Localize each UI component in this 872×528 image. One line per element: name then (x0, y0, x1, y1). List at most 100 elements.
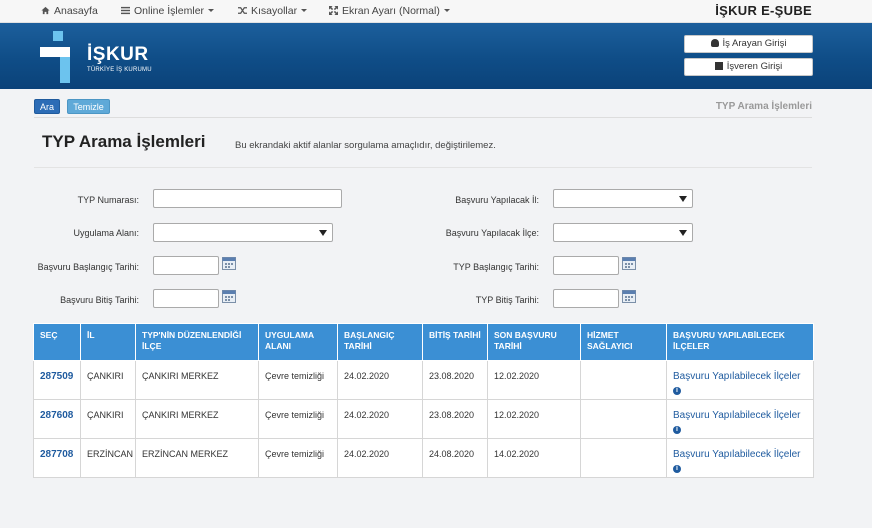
nav-online-label: Online İşlemler (134, 5, 205, 17)
typ-number-link[interactable]: 287708 (40, 449, 73, 460)
briefcase-icon (714, 62, 723, 70)
cell-sec: 287509 (33, 360, 81, 400)
cell-alan: Çevre temizliği (258, 399, 338, 439)
cell-sec: 287708 (33, 438, 81, 478)
iskur-logo[interactable]: İŞKUR TÜRKİYE İŞ KURUMU (40, 31, 160, 83)
nav-kisayollar[interactable]: Kısayollar (238, 5, 308, 17)
chevron-down-icon (208, 9, 215, 12)
divider (34, 117, 812, 118)
shuffle-icon (238, 7, 247, 14)
application-start-date-input[interactable] (153, 256, 219, 275)
district-label: Başvuru Yapılacak İlçe: (445, 228, 539, 238)
breadcrumb: TYP Arama İşlemleri (715, 101, 812, 112)
nav-ekran-label: Ekran Ayarı (Normal) (342, 5, 440, 17)
cell-hizmet (580, 438, 667, 478)
action-toolbar: Ara Temizle TYP Arama İşlemleri (34, 99, 812, 116)
dropdown-arrow-icon (679, 196, 687, 202)
typ-number-link[interactable]: 287509 (40, 371, 73, 382)
user-icon (710, 39, 719, 47)
typ-end-date-input[interactable] (553, 289, 619, 308)
cell-basvuru-ilceler: Başvuru Yapılabilecek İlçeler i (666, 399, 814, 439)
eligible-districts-link[interactable]: Başvuru Yapılabilecek İlçeler (673, 371, 800, 382)
cell-ilce: ÇANKIRI MERKEZ (135, 360, 259, 400)
top-navigation: Anasayfa Online İşlemler Kısayollar Ekra… (0, 0, 872, 23)
table-row: 287509 ÇANKIRI ÇANKIRI MERKEZ Çevre temi… (33, 360, 814, 400)
cell-bitis: 24.08.2020 (422, 438, 488, 478)
employer-login-label: İşveren Girişi (726, 61, 783, 72)
employer-login-button[interactable]: İşveren Girişi (684, 58, 813, 76)
nav-online-islemler[interactable]: Online İşlemler (121, 5, 215, 17)
search-button[interactable]: Ara (34, 99, 60, 114)
table-row: 287708 ERZİNCAN ERZİNCAN MERKEZ Çevre te… (33, 438, 814, 478)
info-icon[interactable]: i (673, 465, 681, 473)
typ-end-date-label: TYP Bitiş Tarihi: (475, 295, 539, 305)
cell-sec: 287608 (33, 399, 81, 439)
calendar-icon[interactable] (222, 289, 236, 303)
info-icon[interactable]: i (673, 426, 681, 434)
job-seeker-login-button[interactable]: İş Arayan Girişi (684, 35, 813, 53)
eligible-districts-link[interactable]: Başvuru Yapılabilecek İlçeler (673, 410, 800, 421)
chevron-down-icon (443, 9, 450, 12)
col-header-sec[interactable]: SEÇ (33, 323, 81, 361)
eligible-districts-link[interactable]: Başvuru Yapılabilecek İlçeler (673, 449, 800, 460)
table-header-row: SEÇ İL TYP'NİN DÜZENLENDİĞİ İLÇE UYGULAM… (33, 323, 814, 361)
col-header-alan[interactable]: UYGULAMA ALANI (258, 323, 338, 361)
iskur-logo-mark (40, 31, 70, 83)
application-end-date-input[interactable] (153, 289, 219, 308)
table-row: 287608 ÇANKIRI ÇANKIRI MERKEZ Çevre temi… (33, 399, 814, 439)
province-label: Başvuru Yapılacak İl: (455, 195, 539, 205)
col-header-il[interactable]: İL (80, 323, 136, 361)
cell-son-basvuru: 12.02.2020 (487, 360, 581, 400)
province-select[interactable] (553, 189, 693, 208)
cell-hizmet (580, 399, 667, 439)
application-start-date-label: Başvuru Başlangıç Tarihi: (37, 262, 139, 272)
cell-ilce: ÇANKIRI MERKEZ (135, 399, 259, 439)
cell-basvuru-ilceler: Başvuru Yapılabilecek İlçeler i (666, 360, 814, 400)
cell-il: ERZİNCAN (80, 438, 136, 478)
cell-bitis: 23.08.2020 (422, 399, 488, 439)
typ-number-link[interactable]: 287608 (40, 410, 73, 421)
col-header-ilce[interactable]: TYP'NİN DÜZENLENDİĞİ İLÇE (135, 323, 259, 361)
brand-title: İŞKUR E-ŞUBE (715, 3, 812, 18)
logo-subtitle: TÜRKİYE İŞ KURUMU (87, 67, 152, 73)
info-icon[interactable]: i (673, 387, 681, 395)
clear-button[interactable]: Temizle (67, 99, 110, 114)
nav-ekran-ayari[interactable]: Ekran Ayarı (Normal) (329, 5, 450, 17)
page-description: Bu ekrandaki aktif alanlar sorgulama ama… (235, 140, 496, 151)
cell-basvuru-ilceler: Başvuru Yapılabilecek İlçeler i (666, 438, 814, 478)
page-title: TYP Arama İşlemleri (42, 132, 206, 151)
cell-baslangic: 24.02.2020 (337, 438, 423, 478)
calendar-icon[interactable] (622, 256, 636, 270)
col-header-basvuru-ilceler[interactable]: BAŞVURU YAPILABİLECEK İLÇELER (666, 323, 814, 361)
nav-home[interactable]: Anasayfa (41, 5, 98, 17)
cell-alan: Çevre temizliği (258, 438, 338, 478)
typ-start-date-input[interactable] (553, 256, 619, 275)
typ-number-input[interactable] (153, 189, 342, 208)
calendar-icon[interactable] (222, 256, 236, 270)
cell-son-basvuru: 12.02.2020 (487, 399, 581, 439)
col-header-baslangic[interactable]: BAŞLANGIÇ TARİHİ (337, 323, 423, 361)
district-select[interactable] (553, 223, 693, 242)
home-icon (41, 6, 50, 15)
job-seeker-login-label: İş Arayan Girişi (722, 38, 787, 49)
cell-son-basvuru: 14.02.2020 (487, 438, 581, 478)
dropdown-arrow-icon (679, 230, 687, 236)
calendar-icon[interactable] (622, 289, 636, 303)
cell-alan: Çevre temizliği (258, 360, 338, 400)
cell-hizmet (580, 360, 667, 400)
chevron-down-icon (301, 9, 308, 12)
cell-bitis: 23.08.2020 (422, 360, 488, 400)
logo-text: İŞKUR (87, 44, 149, 65)
divider (34, 167, 812, 168)
typ-number-label: TYP Numarası: (77, 195, 139, 205)
col-header-son-basvuru[interactable]: SON BAŞVURU TARİHİ (487, 323, 581, 361)
typ-start-date-label: TYP Başlangıç Tarihi: (453, 262, 539, 272)
col-header-hizmet[interactable]: HİZMET SAĞLAYICI (580, 323, 667, 361)
results-table: SEÇ İL TYP'NİN DÜZENLENDİĞİ İLÇE UYGULAM… (33, 323, 814, 478)
col-header-bitis[interactable]: BİTİŞ TARİHİ (422, 323, 488, 361)
cell-baslangic: 24.02.2020 (337, 360, 423, 400)
cell-il: ÇANKIRI (80, 360, 136, 400)
application-area-select[interactable] (153, 223, 333, 242)
nav-home-label: Anasayfa (54, 5, 98, 17)
header-banner: İŞKUR TÜRKİYE İŞ KURUMU İş Arayan Girişi… (0, 23, 872, 89)
